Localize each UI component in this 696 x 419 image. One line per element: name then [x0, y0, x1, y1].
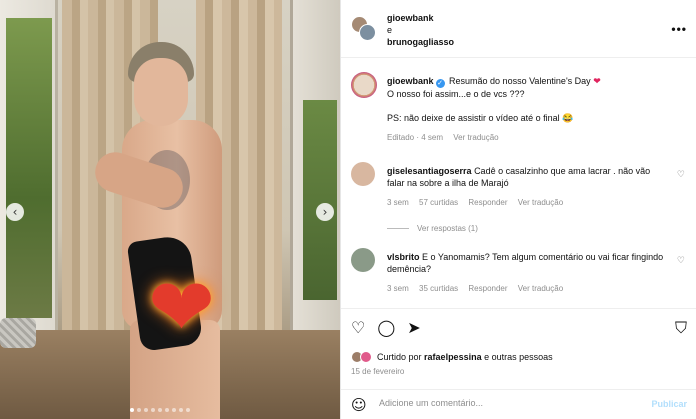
- post-header: gioewbank e brunogagliasso •••: [341, 0, 696, 58]
- carousel-dot: [158, 408, 162, 412]
- add-comment-bar: ☺ Publicar: [341, 389, 696, 419]
- username-link[interactable]: rafaelpessina: [424, 352, 482, 362]
- publish-button[interactable]: Publicar: [651, 399, 687, 409]
- carousel-dots: [130, 408, 190, 412]
- comment-time: 3 sem: [387, 198, 409, 207]
- share-icon[interactable]: ➤: [407, 319, 420, 337]
- more-options-icon[interactable]: •••: [671, 22, 687, 36]
- liked-by: Curtido por rafaelpessina e outras pesso…: [351, 351, 553, 363]
- bookmark-icon[interactable]: ⛉: [675, 319, 687, 337]
- divider: [387, 228, 409, 230]
- avatar[interactable]: [351, 72, 377, 98]
- view-replies-button[interactable]: Ver respostas (1): [387, 223, 667, 235]
- carousel-dot: [165, 408, 169, 412]
- caption-line: PS: não deixe de assistir o vídeo até o …: [387, 113, 574, 123]
- collab-usernames: gioewbank e brunogagliasso: [387, 12, 454, 48]
- post-side-panel: gioewbank e brunogagliasso ••• gioewbank…: [340, 0, 696, 419]
- action-icons: ♡ ◯ ➤: [351, 319, 421, 337]
- comment-meta: 3 sem 57 curtidas Responder Ver tradução: [387, 197, 667, 209]
- comment-input[interactable]: [379, 398, 629, 408]
- carousel-dot: [186, 408, 190, 412]
- collab-avatars[interactable]: [351, 16, 377, 42]
- carousel-dot: [137, 408, 141, 412]
- see-translation-link[interactable]: Ver tradução: [518, 198, 563, 207]
- avatar[interactable]: [360, 351, 372, 363]
- avatar[interactable]: [351, 248, 375, 272]
- chevron-right-icon[interactable]: ›: [316, 203, 334, 221]
- username-link[interactable]: vlsbrito: [387, 252, 420, 262]
- carousel-dot: [151, 408, 155, 412]
- liked-by-suffix[interactable]: e outras pessoas: [484, 352, 553, 362]
- emoji-icon[interactable]: ☺: [351, 396, 367, 414]
- carousel-dot: [144, 408, 148, 412]
- heart-outline-icon[interactable]: ♡: [677, 256, 685, 266]
- heart-on-fire-sticker: ❤: [148, 261, 216, 354]
- heart-emoji: ❤: [593, 77, 601, 87]
- comment-likes[interactable]: 57 curtidas: [419, 198, 458, 207]
- carousel-dot: [130, 408, 134, 412]
- post-date[interactable]: 15 de fevereiro: [351, 367, 404, 376]
- caption-line: Resumão do nosso Valentine's Day: [449, 76, 591, 86]
- reply-button[interactable]: Responder: [468, 284, 507, 293]
- verified-badge-icon: ✓: [435, 79, 445, 88]
- username-link[interactable]: giselesantiagoserra: [387, 166, 472, 176]
- liked-by-prefix: Curtido por: [377, 352, 422, 362]
- comment-likes[interactable]: 35 curtidas: [419, 284, 458, 293]
- carousel-dot: [172, 408, 176, 412]
- carousel-dot: [179, 408, 183, 412]
- reply-button[interactable]: Responder: [468, 198, 507, 207]
- see-translation-link[interactable]: Ver tradução: [518, 284, 563, 293]
- garden-view-right: [303, 100, 337, 300]
- avatar[interactable]: [359, 24, 376, 41]
- see-translation-link[interactable]: Ver tradução: [453, 133, 498, 142]
- connector-text: e: [387, 25, 393, 35]
- chevron-left-icon[interactable]: ‹: [6, 203, 24, 221]
- comment-icon[interactable]: ◯: [377, 319, 395, 337]
- like-icon[interactable]: ♡: [351, 319, 365, 337]
- heart-outline-icon[interactable]: ♡: [677, 170, 685, 180]
- comment-meta: 3 sem 35 curtidas Responder Ver tradução: [387, 283, 667, 295]
- username-link[interactable]: brunogagliasso: [387, 36, 454, 48]
- caption-meta: Editado · 4 sem Ver tradução: [387, 132, 683, 144]
- view-replies-label: Ver respostas (1): [417, 224, 478, 233]
- pillow: [0, 318, 36, 348]
- garden-view: [6, 18, 52, 318]
- comment-text: E o Yanomamis? Tem algum comentário ou v…: [387, 252, 664, 274]
- post-photo[interactable]: ❤ ‹ ›: [0, 0, 340, 419]
- avatar[interactable]: [351, 162, 375, 186]
- username-link[interactable]: gioewbank: [387, 76, 434, 86]
- edited-timestamp: Editado · 4 sem: [387, 133, 444, 142]
- head: [134, 58, 188, 126]
- post-actions: ♡ ◯ ➤ ⛉ Curtido por rafaelpessina e outr…: [341, 308, 696, 418]
- comment-time: 3 sem: [387, 284, 409, 293]
- person-figure: [90, 42, 240, 419]
- caption-line: O nosso foi assim...e o de vcs ???: [387, 89, 525, 99]
- username-link[interactable]: gioewbank: [387, 12, 454, 24]
